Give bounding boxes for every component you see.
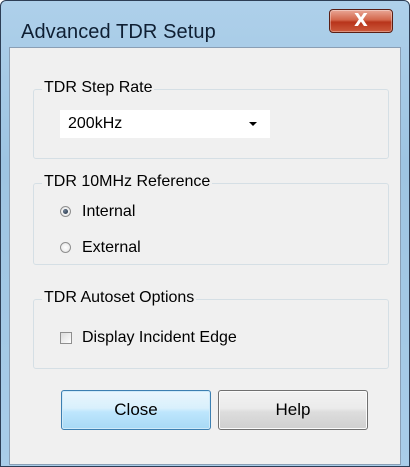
- step-rate-value: 200kHz: [68, 115, 123, 132]
- step-rate-legend: TDR Step Rate: [42, 79, 155, 97]
- window-title: Advanced TDR Setup: [21, 21, 216, 43]
- window-close-button[interactable]: X: [329, 9, 393, 33]
- reference-legend: TDR 10MHz Reference: [42, 173, 213, 191]
- close-icon: X: [354, 10, 368, 31]
- close-button[interactable]: Close: [61, 390, 211, 430]
- display-incident-edge-label[interactable]: Display Incident Edge: [82, 329, 237, 347]
- autoset-legend: TDR Autoset Options: [42, 289, 197, 307]
- help-button[interactable]: Help: [218, 390, 368, 430]
- radio-button-icon[interactable]: [60, 206, 71, 217]
- radio-external-label[interactable]: External: [82, 239, 141, 257]
- radio-button-icon[interactable]: [60, 242, 71, 253]
- radio-selected-dot: [63, 209, 68, 214]
- title-bar[interactable]: Advanced TDR Setup X: [1, 1, 409, 45]
- chevron-down-icon: [249, 122, 257, 126]
- step-rate-dropdown[interactable]: 200kHz: [60, 110, 270, 138]
- checkbox-icon[interactable]: [60, 332, 72, 344]
- radio-internal-label[interactable]: Internal: [82, 203, 135, 221]
